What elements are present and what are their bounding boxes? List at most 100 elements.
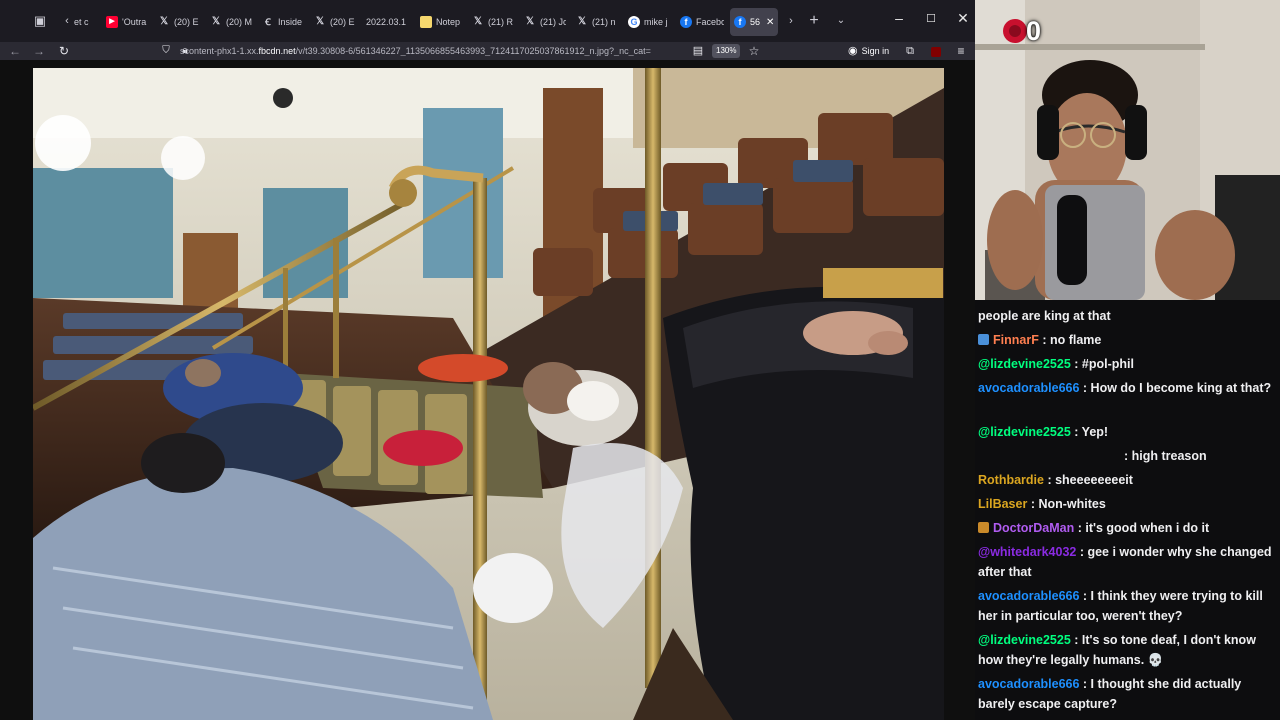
tab-7[interactable]: Notep <box>416 8 462 36</box>
chat-message: DoctorDaMan : it's good when i do it <box>978 518 1278 538</box>
tab-8[interactable]: 𝕏 (21) R <box>468 8 514 36</box>
tab-1[interactable]: ▶ 'Outra <box>102 8 150 36</box>
chat-message: @lizdevine2525 : It's so tone deaf, I do… <box>978 630 1278 670</box>
tab-label: (21) Jo <box>540 17 566 27</box>
message-text: : Yep! <box>1070 425 1109 439</box>
tab-2[interactable]: 𝕏 (20) E <box>154 8 200 36</box>
tab-11[interactable]: G mike j <box>624 8 672 36</box>
menu-icon[interactable]: ≡ <box>953 43 969 59</box>
tab-5[interactable]: 𝕏 (20) E <box>310 8 356 36</box>
extensions-icon[interactable]: ⧉ <box>902 43 918 59</box>
tab-label: et c <box>74 17 89 27</box>
chat-message: people are king at that <box>978 306 1278 326</box>
tab-9[interactable]: 𝕏 (21) Jo <box>520 8 566 36</box>
tab-13-active[interactable]: f 56 ✕ <box>730 8 778 36</box>
tab-label: Facebo <box>696 17 724 27</box>
message-text: : no flame <box>1038 333 1102 347</box>
chat-message: avocadorable666 : I thought she did actu… <box>978 674 1278 714</box>
sign-in-button[interactable]: ◉ Sign in <box>848 42 889 60</box>
youtube-icon: ▶ <box>106 16 118 28</box>
forward-icon[interactable]: → <box>31 43 47 59</box>
sub-counter-icon <box>1003 19 1027 43</box>
tab-groups-icon[interactable]: ▣ <box>31 12 49 30</box>
tab-label: (21) R <box>488 17 514 27</box>
tab-bar: ▣ ‹ et c ▶ 'Outra 𝕏 (20) E 𝕏 (20) M Ꞓ In… <box>0 0 975 42</box>
browser-window: ▣ ‹ et c ▶ 'Outra 𝕏 (20) E 𝕏 (20) M Ꞓ In… <box>0 0 975 720</box>
message-text: people are king at that <box>978 309 1111 323</box>
tab-label: (21) n <box>592 17 616 27</box>
message-text: : it's good when i do it <box>1074 521 1210 535</box>
sub-count-value: 0 <box>1026 16 1042 46</box>
message-text: : #pol-phil <box>1070 357 1134 371</box>
chat-username[interactable]: DoctorDaMan <box>993 521 1074 535</box>
chat-message: @whitedark4032 : gee i wonder why she ch… <box>978 542 1278 582</box>
url-bar[interactable]: scontent-phx1-1.xx.fbcdn.net/v/t39.30808… <box>158 42 772 60</box>
x-icon: 𝕏 <box>525 16 535 27</box>
tab-label: 'Outra <box>122 17 147 27</box>
tab-list-icon[interactable]: ⌄ <box>832 12 850 30</box>
close-window-icon[interactable]: ✕ <box>953 10 973 27</box>
chat-message: @lizdevine2525 : #pol-phil <box>978 354 1278 374</box>
notepad-icon <box>420 16 432 28</box>
chat-username[interactable]: FinnarF <box>993 333 1039 347</box>
sub-count-overlay: 0 <box>1002 14 1048 48</box>
chat-message: avocadorable666 : I think they were tryi… <box>978 586 1278 626</box>
minimize-icon[interactable]: – <box>889 10 909 26</box>
facebook-icon: f <box>734 16 746 28</box>
x-icon: 𝕏 <box>577 16 587 27</box>
chat-username[interactable]: Rothbardie <box>978 473 1044 487</box>
photo-illustration <box>33 68 944 720</box>
chat-message: @lizdevine2525 : Yep! <box>978 422 1278 442</box>
chat-username[interactable]: @whitedark4032 <box>978 545 1076 559</box>
x-icon: 𝕏 <box>473 16 483 27</box>
new-tab-icon[interactable]: + <box>805 12 823 30</box>
close-tab-icon[interactable]: ✕ <box>766 17 774 28</box>
chat-username[interactable]: LilBaser <box>978 497 1027 511</box>
tab-4[interactable]: Ꞓ Inside <box>258 8 304 36</box>
chat-message: Rothbardie : sheeeeeeeeit <box>978 470 1278 490</box>
tab-6[interactable]: 2022.03.1 <box>362 8 412 36</box>
sign-in-label: Sign in <box>861 46 890 56</box>
account-icon: ◉ <box>848 45 858 57</box>
message-text: : high treason <box>1124 449 1207 463</box>
message-text: : How do I become king at that? <box>1079 381 1272 395</box>
chat-message: avocadorable666 : How do I become king a… <box>978 378 1278 398</box>
google-icon: G <box>628 16 640 28</box>
user-badge-icon <box>978 522 989 533</box>
chat-username[interactable]: avocadorable666 <box>978 589 1079 603</box>
chat-username[interactable]: avocadorable666 <box>978 381 1079 395</box>
chat-username[interactable]: @lizdevine2525 <box>978 357 1071 371</box>
tab-3[interactable]: 𝕏 (20) M <box>206 8 252 36</box>
x-icon: 𝕏 <box>159 16 169 27</box>
x-icon: 𝕏 <box>315 16 325 27</box>
tab-0[interactable]: et c <box>70 8 100 36</box>
message-text: : Non-whites <box>1027 497 1106 511</box>
message-text: : sheeeeeeeeit <box>1043 473 1133 487</box>
tab-label: 56 <box>750 17 761 27</box>
reload-icon[interactable]: ↻ <box>56 43 72 59</box>
url-prefix: scontent-phx1-1.xx. <box>180 46 259 56</box>
tab-label: 2022.03.1 <box>366 17 407 27</box>
tab-label: (20) M <box>226 17 252 27</box>
back-icon[interactable]: ← <box>7 43 23 59</box>
tab-label: Notep <box>436 17 461 27</box>
chat-message: FinnarF : no flame <box>978 330 1278 350</box>
url-domain: fbcdn.net <box>258 46 296 56</box>
zoom-level-badge[interactable]: 130% <box>712 44 741 58</box>
tab-10[interactable]: 𝕏 (21) n <box>572 8 618 36</box>
url-path: /v/t39.30808-6/561346227_113506685546399… <box>295 46 651 56</box>
chat-username[interactable]: @lizdevine2525 <box>978 425 1071 439</box>
tab-label: (20) E <box>174 17 199 27</box>
tab-label: Inside <box>278 17 303 27</box>
ublock-icon[interactable] <box>928 43 944 59</box>
tab-label: (20) E <box>330 17 355 27</box>
tab-12[interactable]: f Facebo <box>676 8 724 36</box>
scroll-right-icon[interactable]: › <box>782 12 800 30</box>
subscriber-badge-icon <box>978 334 989 345</box>
tab-label: mike j <box>644 17 668 27</box>
maximize-icon[interactable]: ☐ <box>921 12 941 25</box>
chat-username[interactable]: avocadorable666 <box>978 677 1079 691</box>
url-text[interactable]: scontent-phx1-1.xx.fbcdn.net/v/t39.30808… <box>180 46 680 56</box>
article-icon: Ꞓ <box>265 17 271 27</box>
chat-username[interactable]: @lizdevine2525 <box>978 633 1071 647</box>
